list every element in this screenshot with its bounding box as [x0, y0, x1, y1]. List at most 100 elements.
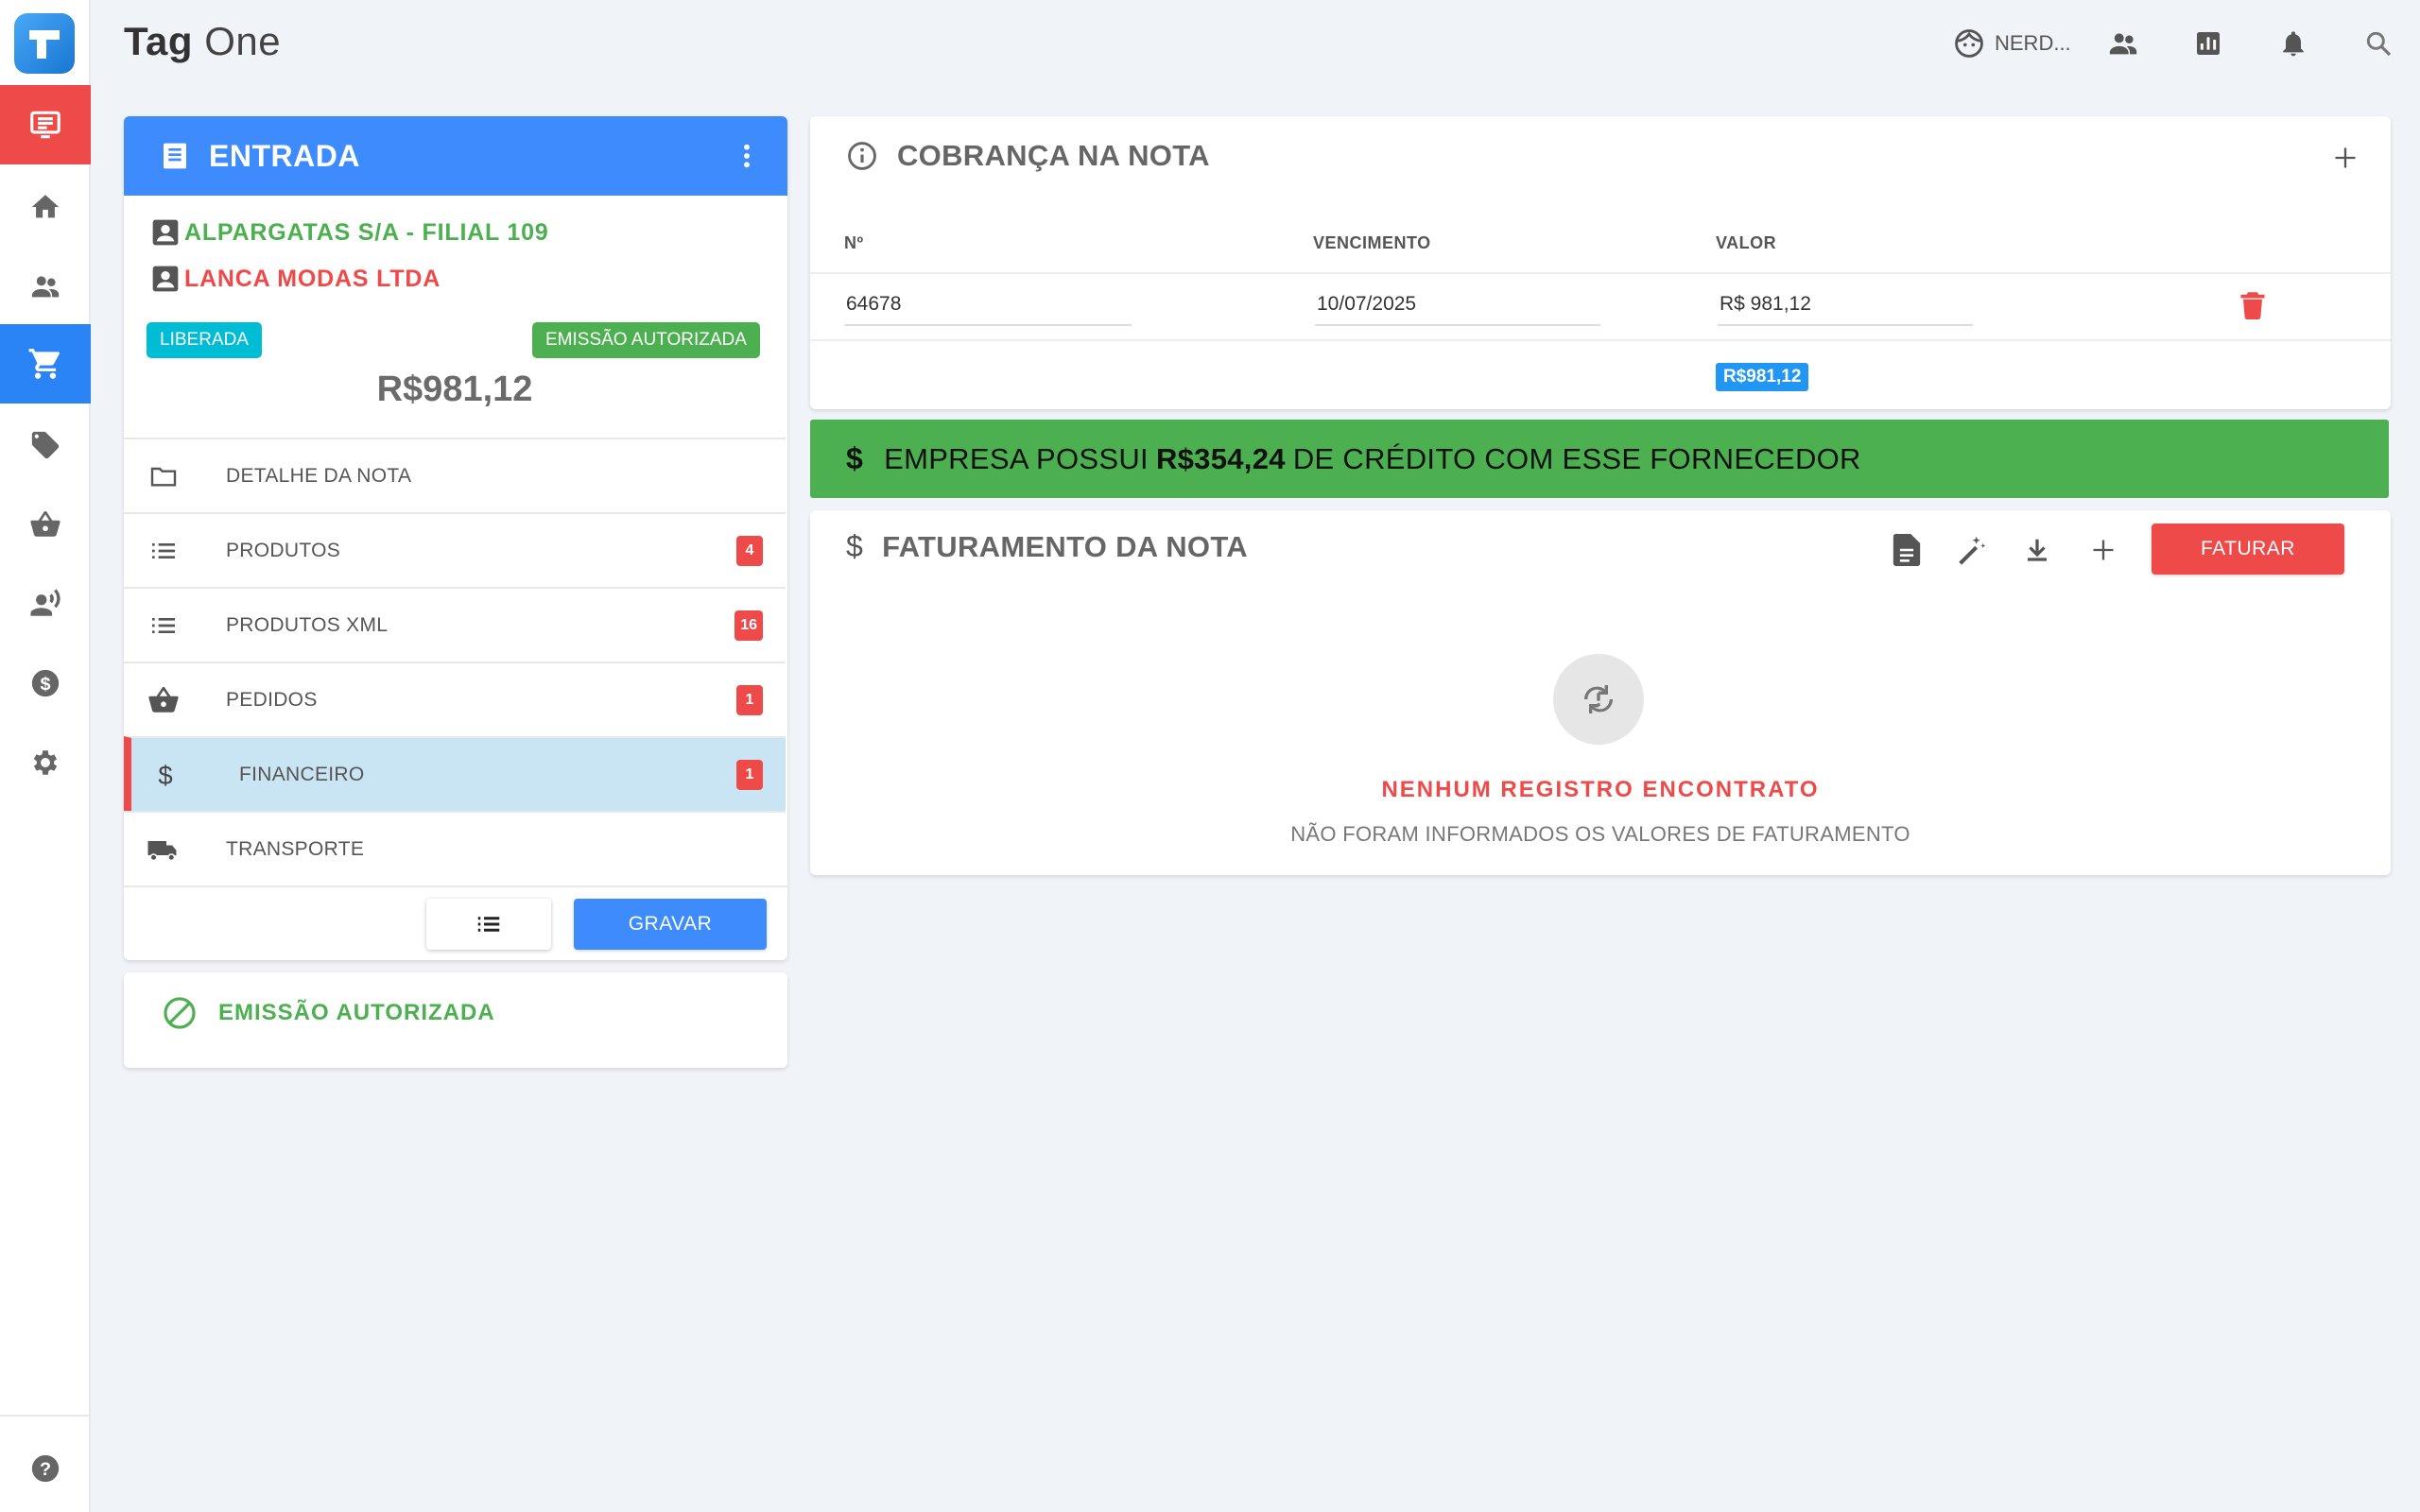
basket-icon: [147, 683, 181, 717]
users-button[interactable]: [2104, 25, 2142, 62]
numero-input[interactable]: 64678: [844, 284, 1132, 326]
column-header-vencimento: VENCIMENTO: [1313, 233, 1431, 252]
search-button[interactable]: [2360, 25, 2397, 62]
notifications-button[interactable]: [2274, 25, 2312, 62]
valor-input[interactable]: R$ 981,12: [1718, 284, 1973, 326]
charges-sum-badge: R$981,12: [1716, 363, 1809, 391]
chart-icon: [2197, 32, 2220, 55]
menu-item-label: PRODUTOS XML: [226, 613, 389, 636]
column-header-valor: VALOR: [1716, 233, 1777, 252]
count-badge: 1: [736, 684, 763, 715]
sidebar-item-settings[interactable]: [0, 723, 91, 802]
contact-icon: [152, 219, 179, 246]
list-button[interactable]: [426, 899, 551, 950]
gear-icon: [33, 750, 58, 775]
status-badge: LIBERADA: [147, 322, 262, 358]
faturamento-title: FATURAMENTO DA NOTA: [882, 529, 1248, 563]
menu-item-label: PEDIDOS: [226, 688, 318, 711]
entrada-card: ENTRADA ALPARGATAS S/A - FILIAL 109 LANC…: [124, 116, 787, 960]
svg-text:$: $: [158, 761, 172, 789]
menu-item-produtos[interactable]: PRODUTOS 4: [124, 512, 786, 587]
faturamento-card: $ FATURAMENTO DA NOTA FATURAR NENHUM REG…: [810, 510, 2391, 875]
save-button[interactable]: GRAVAR: [574, 899, 767, 950]
column-header-numero: Nº: [844, 233, 864, 252]
divider: [124, 885, 787, 887]
app-logo[interactable]: [14, 13, 75, 74]
more-vert-icon[interactable]: [740, 141, 753, 171]
row-divider: [810, 339, 2391, 341]
faturar-button[interactable]: FATURAR: [2152, 524, 2344, 575]
cart-icon: [28, 349, 60, 379]
menu-item-label: FINANCEIRO: [239, 763, 365, 785]
list-icon: [147, 609, 181, 643]
credit-prefix: EMPRESA POSSUI: [884, 441, 1149, 475]
money-icon: $: [31, 669, 60, 697]
svg-text:$: $: [40, 674, 50, 695]
emissao-label: EMISSÃO AUTORIZADA: [218, 1000, 495, 1025]
user-menu[interactable]: NERD...: [1953, 25, 2071, 62]
faturamento-header: $ FATURAMENTO DA NOTA: [846, 529, 1248, 564]
sidebar-item-help[interactable]: ?: [0, 1429, 91, 1508]
emissao-status: EMISSÃO AUTORIZADA: [162, 995, 495, 1031]
menu-item-label: PRODUTOS: [226, 539, 341, 561]
delete-charge-button[interactable]: [2236, 288, 2270, 322]
sidebar-item-notes[interactable]: [0, 85, 91, 164]
sidebar-item-people[interactable]: [0, 247, 91, 326]
menu-item-label: DETALHE DA NOTA: [226, 464, 412, 487]
sidebar-item-purchases[interactable]: [0, 324, 91, 404]
download-icon: [2028, 539, 2047, 561]
count-badge: 16: [735, 610, 763, 641]
emission-badge: EMISSÃO AUTORIZADA: [532, 322, 760, 358]
block-icon: [164, 997, 196, 1029]
truck-icon: [147, 833, 181, 867]
info-icon: [848, 142, 876, 170]
face-icon: [1955, 29, 1983, 58]
document-button[interactable]: [1886, 529, 1927, 571]
credit-suffix: DE CRÉDITO COM ESSE FORNECEDOR: [1292, 441, 1861, 475]
supplier-name: ALPARGATAS S/A - FILIAL 109: [150, 217, 549, 248]
add-charge-button[interactable]: [2326, 139, 2364, 177]
sidebar-item-finance[interactable]: $: [0, 644, 91, 723]
menu-item-detalhe[interactable]: DETALHE DA NOTA: [124, 438, 786, 512]
credit-banner: $ EMPRESA POSSUI R$354,24 DE CRÉDITO COM…: [810, 420, 2389, 498]
tag-icon: [31, 431, 60, 459]
people-icon: [31, 276, 60, 298]
sidebar-item-contacts[interactable]: [0, 564, 91, 644]
list-icon: [147, 534, 181, 568]
plus-icon: [2093, 540, 2114, 560]
document-icon: [164, 143, 186, 169]
count-badge: 1: [736, 759, 763, 790]
contact-icon: [152, 266, 179, 292]
menu-item-produtos-xml[interactable]: PRODUTOS XML 16: [124, 587, 786, 662]
add-billing-button[interactable]: [2083, 529, 2124, 571]
sync-problem-icon: [1583, 685, 1614, 713]
empty-state-icon: [1553, 654, 1644, 745]
help-icon: ?: [31, 1454, 60, 1483]
entrada-title: ENTRADA: [209, 138, 360, 173]
sidebar-item-home[interactable]: [0, 167, 91, 247]
app-title-light: One: [204, 19, 282, 63]
menu-item-transporte[interactable]: TRANSPORTE: [124, 811, 786, 885]
home-icon: [31, 195, 60, 218]
reports-button[interactable]: [2189, 25, 2227, 62]
menu-item-pedidos[interactable]: PEDIDOS 1: [124, 662, 786, 736]
magic-button[interactable]: [1950, 529, 1992, 571]
company-label: LANCA MODAS LTDA: [184, 265, 441, 292]
logo-icon: [29, 30, 60, 59]
search-icon: [2366, 31, 2392, 57]
sidebar-item-basket[interactable]: [0, 485, 91, 564]
cobranca-header: COBRANÇA NA NOTA: [846, 139, 1210, 173]
menu-item-label: TRANSPORTE: [226, 837, 365, 860]
cobranca-card: COBRANÇA NA NOTA Nº VENCIMENTO VALOR 646…: [810, 116, 2391, 409]
vencimento-input[interactable]: 10/07/2025: [1315, 284, 1600, 326]
sidebar-item-tags[interactable]: [0, 405, 91, 485]
empty-state-title: NENHUM REGISTRO ENCONTRATO: [1381, 777, 1820, 802]
app-title: Tag One: [124, 19, 281, 64]
dollar-icon: $: [148, 758, 182, 792]
trash-icon: [2240, 292, 2265, 319]
cobranca-title: COBRANÇA NA NOTA: [897, 139, 1210, 172]
menu-item-financeiro[interactable]: $ FINANCEIRO 1: [124, 736, 786, 811]
supplier-label: ALPARGATAS S/A - FILIAL 109: [184, 218, 549, 246]
download-button[interactable]: [2016, 529, 2058, 571]
note-total: R$981,12: [376, 369, 533, 409]
